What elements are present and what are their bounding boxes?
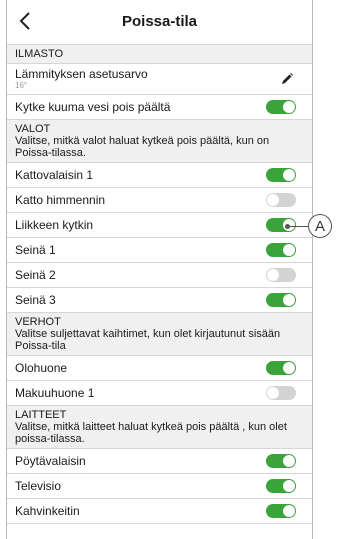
section-title: VALOT xyxy=(15,123,51,135)
item-label: Olohuone xyxy=(15,361,68,375)
toggle-knob xyxy=(267,194,279,206)
toggle-switch[interactable] xyxy=(266,193,296,207)
toggle-switch[interactable] xyxy=(266,268,296,282)
list-item: Pöytävalaisin xyxy=(7,449,312,474)
list-item: Katto himmennin xyxy=(7,188,312,213)
item-label: Seinä 1 xyxy=(15,243,56,257)
setpoint-row[interactable]: Lämmityksen asetusarvo 16° xyxy=(7,64,312,95)
list-item: Makuuhuone 1 xyxy=(7,381,312,406)
phone-screen: Poissa-tila ILMASTO Lämmityksen asetusar… xyxy=(6,0,313,539)
item-label: Pöytävalaisin xyxy=(15,454,86,468)
list-item: Olohuone xyxy=(7,356,312,381)
toggle-knob xyxy=(283,101,295,113)
pencil-icon[interactable] xyxy=(280,72,294,86)
toggle-knob xyxy=(283,244,295,256)
hot-water-row: Kytke kuuma vesi pois päältä xyxy=(7,95,312,120)
item-label: Kattovalaisin 1 xyxy=(15,168,94,182)
toggle-knob xyxy=(283,455,295,467)
toggle-switch[interactable] xyxy=(266,243,296,257)
toggle-switch[interactable] xyxy=(266,168,296,182)
toggle-knob xyxy=(267,269,279,281)
section-title: VERHOT xyxy=(15,316,61,328)
section-title: ILMASTO xyxy=(15,48,64,60)
toggle-knob xyxy=(283,362,295,374)
toggle-switch[interactable] xyxy=(266,218,296,232)
setpoint-value: 16° xyxy=(15,81,28,90)
item-label: Seinä 3 xyxy=(15,293,56,307)
list-item: Seinä 1 xyxy=(7,238,312,263)
list-item: Seinä 2 xyxy=(7,263,312,288)
section-description: Valitse, mitkä valot haluat kytkeä pois … xyxy=(15,135,270,159)
list-item: Seinä 3 xyxy=(7,288,312,313)
toggle-switch[interactable] xyxy=(266,361,296,375)
item-label: Liikkeen kytkin xyxy=(15,218,94,232)
list-item: Kahvinkeitin xyxy=(7,499,312,524)
toggle-switch[interactable] xyxy=(266,293,296,307)
section-description: Valitse suljettavat kaihtimet, kun olet … xyxy=(15,328,281,352)
toggle-knob xyxy=(283,505,295,517)
section-devices-header: LAITTEET Valitse, mitkä laitteet haluat … xyxy=(7,406,312,449)
toggle-switch[interactable] xyxy=(266,100,296,114)
toggle-switch[interactable] xyxy=(266,479,296,493)
item-label: Kahvinkeitin xyxy=(15,504,80,518)
toggle-knob xyxy=(283,480,295,492)
list-item: Kattovalaisin 1 xyxy=(7,163,312,188)
toggle-knob xyxy=(267,387,279,399)
section-title: LAITTEET xyxy=(15,409,67,421)
list-item: Liikkeen kytkin xyxy=(7,213,312,238)
toggle-knob xyxy=(283,169,295,181)
header-bar: Poissa-tila xyxy=(7,0,312,45)
section-description: Valitse, mitkä laitteet haluat kytkeä po… xyxy=(15,421,287,445)
setpoint-label: Lämmityksen asetusarvo xyxy=(15,67,148,81)
hot-water-label: Kytke kuuma vesi pois päältä xyxy=(15,100,171,114)
callout-marker: A xyxy=(308,214,332,238)
toggle-switch[interactable] xyxy=(266,454,296,468)
item-label: Televisio xyxy=(15,479,62,493)
item-label: Makuuhuone 1 xyxy=(15,386,95,400)
toggle-knob xyxy=(283,294,295,306)
toggle-switch[interactable] xyxy=(266,504,296,518)
callout-line xyxy=(288,226,308,227)
toggle-switch[interactable] xyxy=(266,386,296,400)
section-curtains-header: VERHOT Valitse suljettavat kaihtimet, ku… xyxy=(7,313,312,356)
page-title: Poissa-tila xyxy=(121,13,198,30)
section-climate-header: ILMASTO xyxy=(7,45,312,64)
section-lights-header: VALOT Valitse, mitkä valot haluat kytkeä… xyxy=(7,120,312,163)
item-label: Katto himmennin xyxy=(15,193,106,207)
list-item: Televisio xyxy=(7,474,312,499)
item-label: Seinä 2 xyxy=(15,268,56,282)
